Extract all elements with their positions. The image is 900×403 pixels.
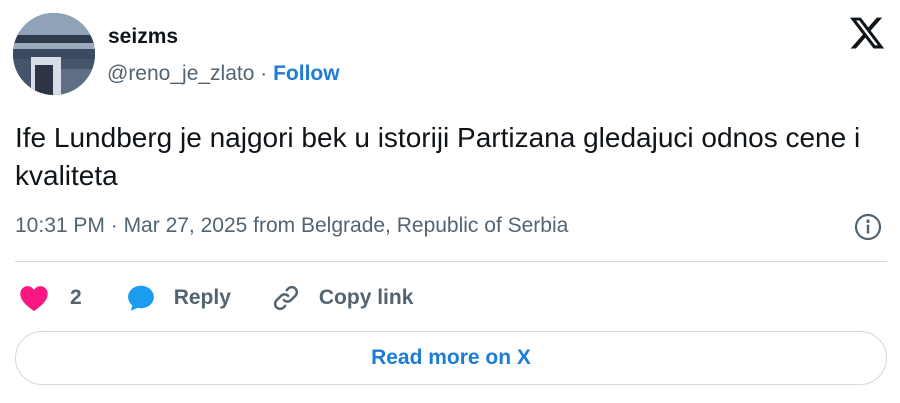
copy-link-button[interactable]: Copy link — [271, 283, 414, 313]
avatar[interactable] — [13, 13, 95, 95]
divider — [15, 261, 887, 262]
handle-line: @reno_je_zlato · Follow — [107, 62, 340, 86]
like-button[interactable]: 2 — [19, 284, 82, 312]
handle-separator: · — [254, 62, 274, 85]
tweet-date[interactable]: Mar 27, 2025 — [124, 214, 248, 237]
avatar-photo — [13, 13, 95, 95]
read-more-button[interactable]: Read more on X — [15, 331, 887, 385]
display-name[interactable]: seizms — [108, 25, 178, 49]
copy-link-label: Copy link — [318, 286, 414, 309]
follow-button[interactable]: Follow — [273, 62, 340, 85]
heart-icon — [20, 286, 48, 312]
x-logo-icon[interactable] — [848, 14, 886, 52]
action-bar: 2 Reply Copy link — [15, 280, 413, 316]
info-icon[interactable] — [853, 212, 883, 242]
tweet-meta: 10:31 PM · Mar 27, 2025 from Belgrade, R… — [15, 214, 568, 238]
tweet-location: from Belgrade, Republic of Serbia — [253, 214, 569, 237]
tweet-time[interactable]: 10:31 PM — [15, 214, 105, 237]
speech-bubble-icon — [127, 285, 154, 311]
reply-label: Reply — [173, 286, 231, 309]
link-icon — [273, 285, 298, 311]
reply-button[interactable]: Reply — [126, 283, 231, 313]
user-handle[interactable]: @reno_je_zlato — [107, 62, 254, 85]
tweet-text: Ife Lundberg je najgori bek u istoriji P… — [15, 122, 861, 191]
meta-separator: · — [104, 214, 124, 237]
like-count: 2 — [70, 286, 82, 309]
